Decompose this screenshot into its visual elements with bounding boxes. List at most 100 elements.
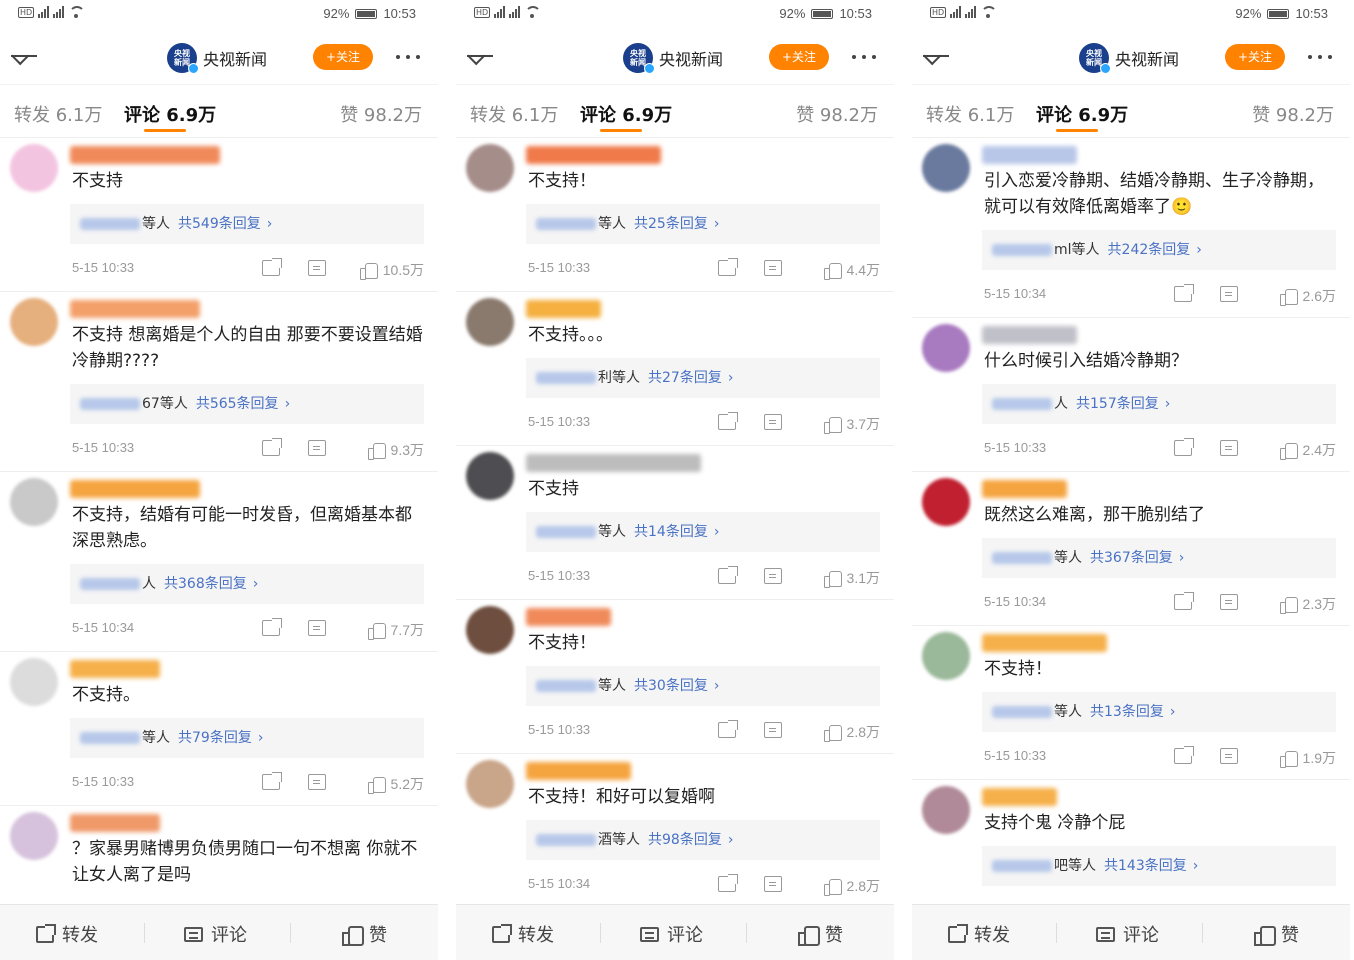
avatar[interactable] [10, 144, 58, 192]
account-header[interactable]: 央视 新闻 央视新闻 [623, 43, 723, 74]
reply-preview[interactable]: 酒等人 共98条回复 › [526, 820, 880, 860]
username-blurred[interactable] [982, 634, 1107, 652]
account-header[interactable]: 央视 新闻 央视新闻 [167, 43, 267, 74]
share-icon[interactable] [262, 772, 282, 790]
comment-icon[interactable] [308, 620, 326, 636]
share-icon[interactable] [1174, 284, 1194, 302]
reply-preview[interactable]: 等人 共367条回复 › [982, 538, 1336, 578]
bottom-comment-button[interactable]: 评论 [1096, 921, 1159, 947]
like-button[interactable]: 2.3万 [1279, 594, 1336, 614]
username-blurred[interactable] [526, 608, 611, 626]
avatar[interactable] [10, 298, 58, 346]
like-button[interactable]: 7.7万 [367, 620, 424, 640]
like-button[interactable]: 3.7万 [823, 414, 880, 434]
username-blurred[interactable] [526, 454, 701, 472]
reply-preview[interactable]: 等人 共14条回复 › [526, 512, 880, 552]
like-button[interactable]: 1.9万 [1279, 748, 1336, 768]
username-blurred[interactable] [526, 762, 631, 780]
comment-icon[interactable] [308, 440, 326, 456]
share-icon[interactable] [1174, 592, 1194, 610]
like-button[interactable]: 9.3万 [367, 440, 424, 460]
comment-icon[interactable] [764, 876, 782, 892]
reply-preview[interactable]: 等人 共549条回复 › [70, 204, 424, 244]
reply-preview[interactable]: 人共368条回复 › [70, 564, 424, 604]
avatar[interactable] [466, 760, 514, 808]
share-icon[interactable] [718, 566, 738, 584]
reply-count-link[interactable]: 共25条回复 [634, 216, 708, 232]
more-icon[interactable] [396, 55, 426, 61]
reply-count-link[interactable]: 共13条回复 [1090, 704, 1164, 720]
share-icon[interactable] [1174, 438, 1194, 456]
bottom-repost-button[interactable]: 转发 [36, 921, 98, 947]
bottom-like-button[interactable]: 赞 [1254, 921, 1299, 947]
bottom-repost-button[interactable]: 转发 [948, 921, 1010, 947]
username-blurred[interactable] [70, 814, 160, 832]
comment-icon[interactable] [764, 414, 782, 430]
reply-preview[interactable]: 等人 共25条回复 › [526, 204, 880, 244]
comment-icon[interactable] [764, 568, 782, 584]
username-blurred[interactable] [70, 480, 200, 498]
like-button[interactable]: 5.2万 [367, 774, 424, 794]
share-icon[interactable] [718, 874, 738, 892]
share-icon[interactable] [718, 720, 738, 738]
tab-repost[interactable]: 转发 6.1万 [926, 101, 1014, 127]
username-blurred[interactable] [982, 326, 1077, 344]
reply-preview[interactable]: 67等人 共565条回复 › [70, 384, 424, 424]
like-button[interactable]: 10.5万 [359, 260, 424, 280]
reply-preview[interactable]: ml等人 共242条回复 › [982, 230, 1336, 270]
follow-button[interactable]: +关注 [1225, 44, 1285, 70]
bottom-like-button[interactable]: 赞 [342, 921, 387, 947]
avatar[interactable] [10, 812, 58, 860]
reply-preview[interactable]: 利等人 共27条回复 › [526, 358, 880, 398]
share-icon[interactable] [718, 412, 738, 430]
avatar[interactable] [10, 478, 58, 526]
like-button[interactable]: 3.1万 [823, 568, 880, 588]
avatar[interactable] [466, 144, 514, 192]
back-arrow-icon[interactable] [464, 44, 496, 68]
avatar[interactable] [466, 452, 514, 500]
reply-preview[interactable]: 等人 共79条回复 › [70, 718, 424, 758]
username-blurred[interactable] [982, 788, 1057, 806]
bottom-repost-button[interactable]: 转发 [492, 921, 554, 947]
bottom-comment-button[interactable]: 评论 [184, 921, 247, 947]
reply-count-link[interactable]: 共367条回复 [1090, 550, 1173, 566]
account-header[interactable]: 央视 新闻 央视新闻 [1079, 43, 1179, 74]
more-icon[interactable] [1308, 55, 1338, 61]
share-icon[interactable] [262, 618, 282, 636]
comment-icon[interactable] [1220, 286, 1238, 302]
username-blurred[interactable] [70, 300, 200, 318]
tab-repost[interactable]: 转发 6.1万 [14, 101, 102, 127]
back-arrow-icon[interactable] [8, 44, 40, 68]
avatar[interactable] [466, 606, 514, 654]
reply-count-link[interactable]: 共79条回复 [178, 730, 252, 746]
follow-button[interactable]: +关注 [313, 44, 373, 70]
avatar[interactable] [922, 144, 970, 192]
reply-count-link[interactable]: 共98条回复 [648, 832, 722, 848]
tab-like[interactable]: 赞 98.2万 [340, 101, 422, 127]
follow-button[interactable]: +关注 [769, 44, 829, 70]
reply-preview[interactable]: 等人 共30条回复 › [526, 666, 880, 706]
avatar[interactable] [922, 632, 970, 680]
username-blurred[interactable] [982, 146, 1077, 164]
avatar[interactable] [466, 298, 514, 346]
like-button[interactable]: 2.6万 [1279, 286, 1336, 306]
tab-comment[interactable]: 评论 6.9万 [124, 101, 216, 127]
share-icon[interactable] [262, 438, 282, 456]
reply-count-link[interactable]: 共368条回复 [164, 576, 247, 592]
reply-count-link[interactable]: 共143条回复 [1104, 858, 1187, 874]
comment-icon[interactable] [1220, 594, 1238, 610]
comment-icon[interactable] [764, 260, 782, 276]
reply-preview[interactable]: 等人 共13条回复 › [982, 692, 1336, 732]
username-blurred[interactable] [982, 480, 1067, 498]
reply-count-link[interactable]: 共27条回复 [648, 370, 722, 386]
avatar[interactable] [10, 658, 58, 706]
comment-icon[interactable] [1220, 748, 1238, 764]
reply-count-link[interactable]: 共565条回复 [196, 396, 279, 412]
share-icon[interactable] [718, 258, 738, 276]
username-blurred[interactable] [526, 146, 661, 164]
reply-preview[interactable]: 吧等人 共143条回复 › [982, 846, 1336, 886]
tab-comment[interactable]: 评论 6.9万 [580, 101, 672, 127]
share-icon[interactable] [262, 258, 282, 276]
tab-like[interactable]: 赞 98.2万 [796, 101, 878, 127]
reply-count-link[interactable]: 共157条回复 [1076, 396, 1159, 412]
